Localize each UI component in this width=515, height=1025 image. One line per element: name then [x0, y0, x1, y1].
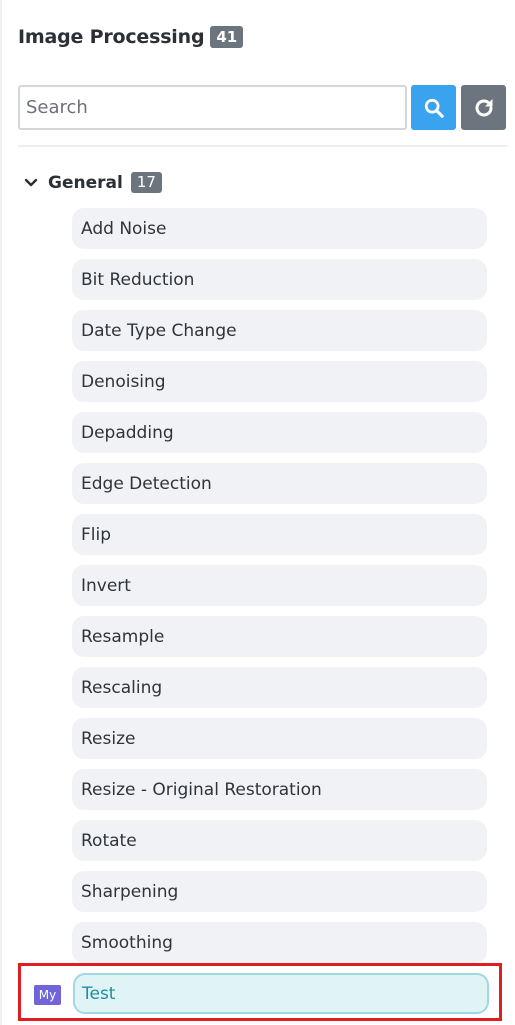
- my-badge: My: [34, 985, 61, 1005]
- list-item[interactable]: Sharpening: [72, 871, 487, 912]
- list-item[interactable]: Resize: [72, 718, 487, 759]
- refresh-icon: [475, 98, 492, 116]
- list-item[interactable]: Add Noise: [72, 208, 487, 249]
- list-item-selected[interactable]: Test: [73, 973, 489, 1014]
- search-bar: [18, 85, 506, 130]
- panel-title: Image Processing: [18, 26, 205, 48]
- list-item[interactable]: Denoising: [72, 361, 487, 402]
- search-button[interactable]: [411, 85, 456, 130]
- group-count-badge: 17: [130, 172, 162, 193]
- refresh-button[interactable]: [461, 85, 506, 130]
- group-item-list: Add Noise Bit Reduction Date Type Change…: [72, 208, 487, 973]
- list-item[interactable]: Depadding: [72, 412, 487, 453]
- highlighted-custom-row: My Test: [18, 963, 502, 1021]
- list-item[interactable]: Edge Detection: [72, 463, 487, 504]
- list-item[interactable]: Resample: [72, 616, 487, 657]
- list-item[interactable]: Flip: [72, 514, 487, 555]
- chevron-down-icon[interactable]: [22, 174, 40, 192]
- group-header-general[interactable]: General 17: [22, 172, 162, 193]
- list-item[interactable]: Rescaling: [72, 667, 487, 708]
- group-label: General: [48, 172, 123, 193]
- panel-count-badge: 41: [210, 26, 244, 48]
- list-item[interactable]: Smoothing: [72, 922, 487, 963]
- search-input[interactable]: [18, 85, 407, 130]
- list-item[interactable]: Invert: [72, 565, 487, 606]
- divider: [18, 145, 507, 147]
- panel-edge: [0, 0, 2, 1025]
- list-item[interactable]: Date Type Change: [72, 310, 487, 351]
- search-icon: [424, 98, 444, 118]
- list-item[interactable]: Bit Reduction: [72, 259, 487, 300]
- list-item[interactable]: Rotate: [72, 820, 487, 861]
- list-item[interactable]: Resize - Original Restoration: [72, 769, 487, 810]
- panel-header: Image Processing 41: [18, 26, 244, 48]
